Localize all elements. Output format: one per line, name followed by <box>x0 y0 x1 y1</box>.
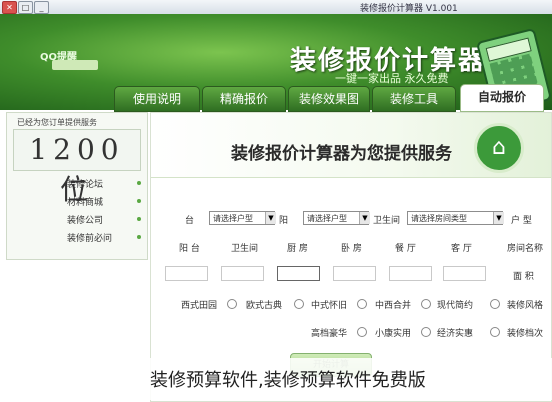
room-type-value: 请选择房间类型 <box>411 214 467 223</box>
layout-select-2-value: 请选择户型 <box>213 214 253 223</box>
chevron-down-icon[interactable]: ▼ <box>493 212 504 224</box>
service-count-label: 已经为您订单提供服务 <box>17 118 97 127</box>
room-name-living: 客 厅 <box>451 244 472 254</box>
grade-label: 装修档次 <box>507 329 544 339</box>
style-chinese: 中式怀旧 <box>311 301 348 311</box>
tab-auto-quote[interactable]: 自动报价 <box>460 84 544 112</box>
balcony-label-1: 阳 <box>279 216 289 226</box>
grade-radio-economy[interactable] <box>490 327 500 337</box>
layout-label: 户 型 <box>511 216 532 226</box>
area-input-balcony[interactable] <box>165 266 208 281</box>
bullet-icon <box>137 235 141 239</box>
balcony-label-2: 台 <box>185 216 195 226</box>
chevron-down-icon[interactable]: ▼ <box>359 212 370 224</box>
close-icon[interactable]: ✕ <box>2 1 17 14</box>
area-input-dining[interactable] <box>389 266 432 281</box>
area-input-living[interactable] <box>443 266 486 281</box>
room-name-bedroom: 卧 房 <box>341 244 362 254</box>
window-title: 装修报价计算器 V1.001 <box>360 4 458 14</box>
tab-tools[interactable]: 装修工具 <box>372 86 456 112</box>
minimize-icon[interactable]: _ <box>34 1 49 14</box>
bullet-icon <box>137 199 141 203</box>
house-icon: ⌂ <box>474 123 524 173</box>
main-slogan: 装修报价计算器为您提供服务 <box>231 144 452 164</box>
tab-instructions[interactable]: 使用说明 <box>114 86 200 112</box>
service-count: 1200位 <box>13 129 141 206</box>
grade-radio-luxury[interactable] <box>357 327 367 337</box>
title-bar: ✕ □ _ 装修报价计算器 V1.001 <box>0 0 552 15</box>
app-subtitle: 一键一家出品 永久免费 <box>335 72 449 85</box>
room-name-kitchen: 厨 房 <box>287 244 308 254</box>
area-label: 面 积 <box>513 272 534 282</box>
main-header: 装修报价计算器为您提供服务 ⌂ <box>151 113 551 178</box>
room-type-select[interactable]: 请选择房间类型 <box>407 211 503 225</box>
area-input-kitchen[interactable] <box>277 266 320 281</box>
area-input-bathroom[interactable] <box>221 266 264 281</box>
tab-precise-quote[interactable]: 精确报价 <box>202 86 286 112</box>
style-modern: 现代简约 <box>437 301 474 311</box>
room-name-bathroom: 卫生间 <box>231 244 259 254</box>
layout-select-1-value: 请选择户型 <box>307 214 347 223</box>
bullet-icon <box>137 181 141 185</box>
style-radio-modern[interactable] <box>490 299 500 309</box>
caption-text: 装修预算软件,装修预算软件免费版 <box>150 370 426 391</box>
style-radio-pastoral[interactable] <box>227 299 237 309</box>
room-name-balcony: 阳 台 <box>179 244 200 254</box>
grade-radio-practical[interactable] <box>421 327 431 337</box>
grade-practical: 小康实用 <box>375 329 412 339</box>
style-radio-fusion[interactable] <box>421 299 431 309</box>
chevron-down-icon[interactable]: ▼ <box>265 212 276 224</box>
style-radio-chinese[interactable] <box>357 299 367 309</box>
sidebar-item-companies[interactable]: 装修公司 <box>67 213 103 227</box>
bullet-icon <box>137 217 141 221</box>
sidebar-item-materials[interactable]: 材料商城 <box>67 195 103 209</box>
style-label: 装修风格 <box>507 301 544 311</box>
grade-luxury: 高档豪华 <box>311 329 348 339</box>
style-radio-european[interactable] <box>294 299 304 309</box>
style-fusion: 中西合并 <box>375 301 412 311</box>
sidebar: 已经为您订单提供服务 1200位 装修论坛 材料商城 装修公司 装修前必问 <box>6 112 148 260</box>
sidebar-item-faq[interactable]: 装修前必问 <box>67 231 112 245</box>
room-names-label: 房间名称 <box>507 244 544 254</box>
style-european: 欧式古典 <box>246 301 283 311</box>
room-name-dining: 餐 厅 <box>395 244 416 254</box>
maximize-icon[interactable]: □ <box>18 1 33 14</box>
bathroom-label: 卫生间 <box>373 216 401 226</box>
grade-economy: 经济实惠 <box>437 329 474 339</box>
logo-mark-icon <box>52 60 98 70</box>
tab-effects[interactable]: 装修效果图 <box>288 86 370 112</box>
sidebar-item-forum[interactable]: 装修论坛 <box>67 177 103 191</box>
area-input-bedroom[interactable] <box>333 266 376 281</box>
style-pastoral: 西式田园 <box>181 301 218 311</box>
